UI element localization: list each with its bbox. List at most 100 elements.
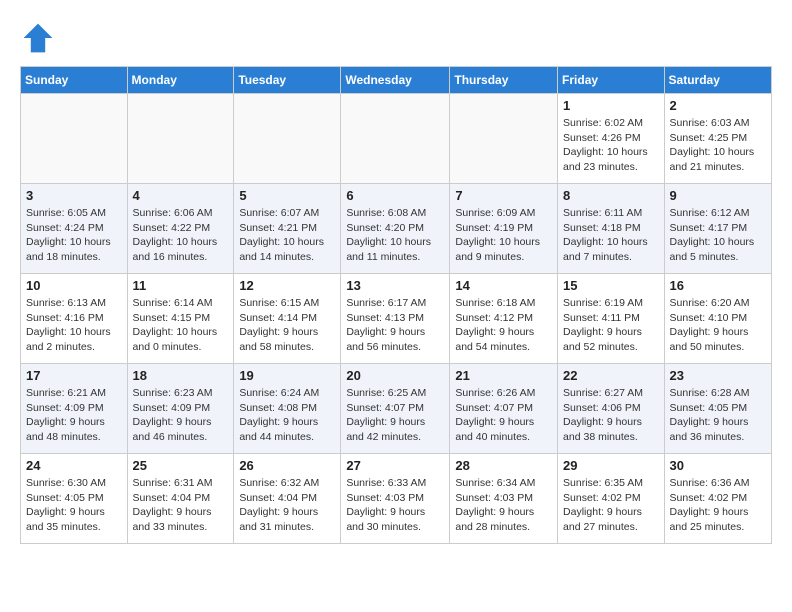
day-number: 19 bbox=[239, 368, 335, 383]
day-info: Sunrise: 6:18 AM Sunset: 4:12 PM Dayligh… bbox=[455, 296, 552, 355]
calendar-cell bbox=[234, 94, 341, 184]
day-info: Sunrise: 6:12 AM Sunset: 4:17 PM Dayligh… bbox=[670, 206, 766, 265]
calendar: SundayMondayTuesdayWednesdayThursdayFrid… bbox=[20, 66, 772, 544]
calendar-cell: 1 Sunrise: 6:02 AM Sunset: 4:26 PM Daylig… bbox=[558, 94, 665, 184]
header bbox=[20, 20, 772, 56]
day-info: Sunrise: 6:24 AM Sunset: 4:08 PM Dayligh… bbox=[239, 386, 335, 445]
day-info: Sunrise: 6:27 AM Sunset: 4:06 PM Dayligh… bbox=[563, 386, 659, 445]
day-number: 23 bbox=[670, 368, 766, 383]
day-number: 4 bbox=[133, 188, 229, 203]
calendar-cell: 15 Sunrise: 6:19 AM Sunset: 4:11 PM Dayli… bbox=[558, 274, 665, 364]
column-header-saturday: Saturday bbox=[664, 67, 771, 94]
column-header-sunday: Sunday bbox=[21, 67, 128, 94]
day-info: Sunrise: 6:05 AM Sunset: 4:24 PM Dayligh… bbox=[26, 206, 122, 265]
day-info: Sunrise: 6:19 AM Sunset: 4:11 PM Dayligh… bbox=[563, 296, 659, 355]
day-number: 12 bbox=[239, 278, 335, 293]
day-number: 27 bbox=[346, 458, 444, 473]
day-info: Sunrise: 6:28 AM Sunset: 4:05 PM Dayligh… bbox=[670, 386, 766, 445]
calendar-cell bbox=[21, 94, 128, 184]
calendar-cell: 27 Sunrise: 6:33 AM Sunset: 4:03 PM Dayli… bbox=[341, 454, 450, 544]
day-info: Sunrise: 6:23 AM Sunset: 4:09 PM Dayligh… bbox=[133, 386, 229, 445]
day-info: Sunrise: 6:17 AM Sunset: 4:13 PM Dayligh… bbox=[346, 296, 444, 355]
calendar-cell: 9 Sunrise: 6:12 AM Sunset: 4:17 PM Daylig… bbox=[664, 184, 771, 274]
day-number: 30 bbox=[670, 458, 766, 473]
day-number: 20 bbox=[346, 368, 444, 383]
logo-icon bbox=[20, 20, 56, 56]
calendar-cell: 20 Sunrise: 6:25 AM Sunset: 4:07 PM Dayli… bbox=[341, 364, 450, 454]
day-number: 24 bbox=[26, 458, 122, 473]
day-number: 25 bbox=[133, 458, 229, 473]
day-info: Sunrise: 6:33 AM Sunset: 4:03 PM Dayligh… bbox=[346, 476, 444, 535]
calendar-week-4: 17 Sunrise: 6:21 AM Sunset: 4:09 PM Dayli… bbox=[21, 364, 772, 454]
day-number: 28 bbox=[455, 458, 552, 473]
calendar-cell bbox=[450, 94, 558, 184]
day-info: Sunrise: 6:06 AM Sunset: 4:22 PM Dayligh… bbox=[133, 206, 229, 265]
calendar-cell: 25 Sunrise: 6:31 AM Sunset: 4:04 PM Dayli… bbox=[127, 454, 234, 544]
day-number: 13 bbox=[346, 278, 444, 293]
calendar-cell: 21Sunrise: 6:26 AM Sunset: 4:07 PM Dayli… bbox=[450, 364, 558, 454]
day-number: 22 bbox=[563, 368, 659, 383]
day-info: Sunrise: 6:21 AM Sunset: 4:09 PM Dayligh… bbox=[26, 386, 122, 445]
calendar-cell: 6 Sunrise: 6:08 AM Sunset: 4:20 PM Daylig… bbox=[341, 184, 450, 274]
day-info: Sunrise: 6:08 AM Sunset: 4:20 PM Dayligh… bbox=[346, 206, 444, 265]
day-info: Sunrise: 6:20 AM Sunset: 4:10 PM Dayligh… bbox=[670, 296, 766, 355]
calendar-cell: 3 Sunrise: 6:05 AM Sunset: 4:24 PM Daylig… bbox=[21, 184, 128, 274]
calendar-header-row: SundayMondayTuesdayWednesdayThursdayFrid… bbox=[21, 67, 772, 94]
day-info: Sunrise: 6:34 AM Sunset: 4:03 PM Dayligh… bbox=[455, 476, 552, 535]
day-info: Sunrise: 6:07 AM Sunset: 4:21 PM Dayligh… bbox=[239, 206, 335, 265]
day-number: 2 bbox=[670, 98, 766, 113]
calendar-cell: 28 Sunrise: 6:34 AM Sunset: 4:03 PM Dayli… bbox=[450, 454, 558, 544]
day-info: Sunrise: 6:13 AM Sunset: 4:16 PM Dayligh… bbox=[26, 296, 122, 355]
calendar-cell: 17 Sunrise: 6:21 AM Sunset: 4:09 PM Dayli… bbox=[21, 364, 128, 454]
calendar-cell: 8 Sunrise: 6:11 AM Sunset: 4:18 PM Daylig… bbox=[558, 184, 665, 274]
calendar-cell: 14 Sunrise: 6:18 AM Sunset: 4:12 PM Dayli… bbox=[450, 274, 558, 364]
day-number: 10 bbox=[26, 278, 122, 293]
day-number: 17 bbox=[26, 368, 122, 383]
calendar-cell: 10 Sunrise: 6:13 AM Sunset: 4:16 PM Dayli… bbox=[21, 274, 128, 364]
day-number: 29 bbox=[563, 458, 659, 473]
calendar-cell: 2Sunrise: 6:03 AM Sunset: 4:25 PM Daylig… bbox=[664, 94, 771, 184]
calendar-cell: 5Sunrise: 6:07 AM Sunset: 4:21 PM Daylig… bbox=[234, 184, 341, 274]
column-header-monday: Monday bbox=[127, 67, 234, 94]
calendar-week-1: 1 Sunrise: 6:02 AM Sunset: 4:26 PM Daylig… bbox=[21, 94, 772, 184]
day-number: 18 bbox=[133, 368, 229, 383]
calendar-cell bbox=[341, 94, 450, 184]
day-number: 7 bbox=[455, 188, 552, 203]
calendar-week-5: 24 Sunrise: 6:30 AM Sunset: 4:05 PM Dayli… bbox=[21, 454, 772, 544]
calendar-cell: 19 Sunrise: 6:24 AM Sunset: 4:08 PM Dayli… bbox=[234, 364, 341, 454]
day-info: Sunrise: 6:31 AM Sunset: 4:04 PM Dayligh… bbox=[133, 476, 229, 535]
calendar-cell: 29 Sunrise: 6:35 AM Sunset: 4:02 PM Dayli… bbox=[558, 454, 665, 544]
day-number: 15 bbox=[563, 278, 659, 293]
calendar-cell bbox=[127, 94, 234, 184]
day-number: 9 bbox=[670, 188, 766, 203]
day-number: 8 bbox=[563, 188, 659, 203]
column-header-wednesday: Wednesday bbox=[341, 67, 450, 94]
day-number: 11 bbox=[133, 278, 229, 293]
day-number: 21 bbox=[455, 368, 552, 383]
day-info: Sunrise: 6:11 AM Sunset: 4:18 PM Dayligh… bbox=[563, 206, 659, 265]
calendar-cell: 12 Sunrise: 6:15 AM Sunset: 4:14 PM Dayli… bbox=[234, 274, 341, 364]
calendar-cell: 30 Sunrise: 6:36 AM Sunset: 4:02 PM Dayli… bbox=[664, 454, 771, 544]
day-info: Sunrise: 6:36 AM Sunset: 4:02 PM Dayligh… bbox=[670, 476, 766, 535]
day-info: Sunrise: 6:30 AM Sunset: 4:05 PM Dayligh… bbox=[26, 476, 122, 535]
day-info: Sunrise: 6:15 AM Sunset: 4:14 PM Dayligh… bbox=[239, 296, 335, 355]
day-info: Sunrise: 6:32 AM Sunset: 4:04 PM Dayligh… bbox=[239, 476, 335, 535]
column-header-friday: Friday bbox=[558, 67, 665, 94]
day-number: 26 bbox=[239, 458, 335, 473]
calendar-cell: 23 Sunrise: 6:28 AM Sunset: 4:05 PM Dayli… bbox=[664, 364, 771, 454]
column-header-thursday: Thursday bbox=[450, 67, 558, 94]
day-number: 6 bbox=[346, 188, 444, 203]
calendar-cell: 24 Sunrise: 6:30 AM Sunset: 4:05 PM Dayli… bbox=[21, 454, 128, 544]
day-number: 3 bbox=[26, 188, 122, 203]
calendar-cell: 16Sunrise: 6:20 AM Sunset: 4:10 PM Dayli… bbox=[664, 274, 771, 364]
calendar-cell: 4 Sunrise: 6:06 AM Sunset: 4:22 PM Daylig… bbox=[127, 184, 234, 274]
day-info: Sunrise: 6:14 AM Sunset: 4:15 PM Dayligh… bbox=[133, 296, 229, 355]
calendar-week-2: 3 Sunrise: 6:05 AM Sunset: 4:24 PM Daylig… bbox=[21, 184, 772, 274]
day-info: Sunrise: 6:25 AM Sunset: 4:07 PM Dayligh… bbox=[346, 386, 444, 445]
calendar-cell: 26 Sunrise: 6:32 AM Sunset: 4:04 PM Dayli… bbox=[234, 454, 341, 544]
day-info: Sunrise: 6:35 AM Sunset: 4:02 PM Dayligh… bbox=[563, 476, 659, 535]
calendar-cell: 18 Sunrise: 6:23 AM Sunset: 4:09 PM Dayli… bbox=[127, 364, 234, 454]
day-number: 1 bbox=[563, 98, 659, 113]
day-info: Sunrise: 6:02 AM Sunset: 4:26 PM Dayligh… bbox=[563, 116, 659, 175]
day-number: 14 bbox=[455, 278, 552, 293]
